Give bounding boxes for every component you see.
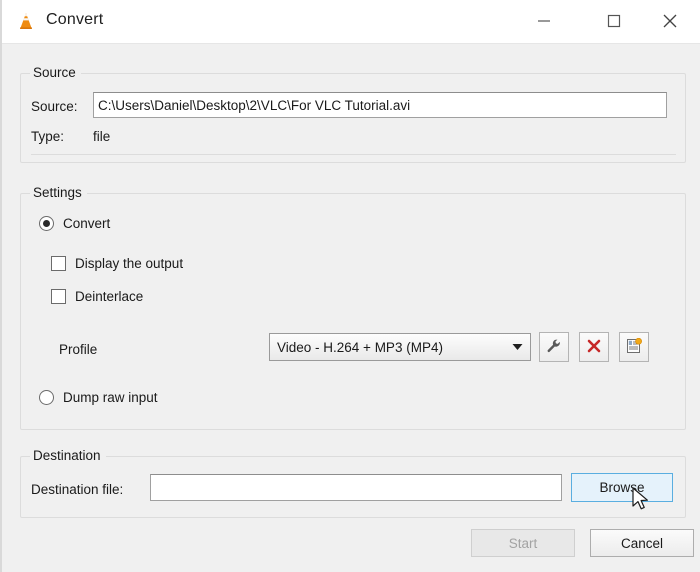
deinterlace-checkbox[interactable]: Deinterlace <box>51 289 143 304</box>
source-input[interactable] <box>93 92 667 118</box>
start-button-label: Start <box>508 535 538 551</box>
delete-profile-button[interactable] <box>579 332 609 362</box>
radio-indicator-dump-raw <box>39 390 54 405</box>
red-x-icon <box>586 338 602 357</box>
convert-radio-label: Convert <box>63 216 111 231</box>
new-profile-button[interactable] <box>619 332 649 362</box>
destination-group-title: Destination <box>30 448 106 463</box>
display-output-checkbox[interactable]: Display the output <box>51 256 183 271</box>
dump-raw-input-radio[interactable]: Dump raw input <box>39 390 158 405</box>
profile-selected-value: Video - H.264 + MP3 (MP4) <box>277 339 443 355</box>
type-value: file <box>93 129 111 144</box>
profile-label: Profile <box>59 342 98 357</box>
wrench-icon <box>546 338 562 357</box>
destination-group: Destination Destination file: Browse <box>20 448 686 518</box>
dump-raw-input-label: Dump raw input <box>63 390 158 405</box>
maximize-icon <box>607 14 621 28</box>
title-bar: Convert <box>2 0 700 44</box>
radio-indicator-convert <box>39 216 54 231</box>
minimize-button[interactable] <box>521 0 567 42</box>
destination-file-label: Destination file: <box>31 482 124 497</box>
convert-dialog: Convert Source Source: C:\Users\Daniel\D… <box>0 0 700 572</box>
cancel-button-label: Cancel <box>620 535 664 551</box>
start-button[interactable]: Start <box>471 529 575 557</box>
settings-group: Settings Convert Display the output Dein… <box>20 185 686 430</box>
profile-select[interactable]: Video - H.264 + MP3 (MP4) <box>269 333 531 361</box>
type-label: Type: <box>31 129 65 144</box>
display-output-label: Display the output <box>75 256 184 271</box>
source-group-title: Source <box>30 65 81 80</box>
close-icon <box>662 13 678 29</box>
source-divider <box>31 154 676 155</box>
deinterlace-label: Deinterlace <box>75 289 144 304</box>
checkbox-indicator-display-output <box>51 256 66 271</box>
convert-radio[interactable]: Convert <box>39 216 110 231</box>
source-label: Source: <box>31 99 78 114</box>
maximize-button[interactable] <box>591 0 637 42</box>
edit-profile-button[interactable] <box>539 332 569 362</box>
window-title: Convert <box>46 11 104 28</box>
new-profile-icon <box>626 337 642 357</box>
cancel-button[interactable]: Cancel <box>590 529 694 557</box>
browse-button-label: Browse <box>599 480 645 495</box>
chevron-down-icon <box>504 343 530 351</box>
minimize-icon <box>537 14 551 28</box>
vlc-cone-icon <box>16 11 36 31</box>
destination-file-input[interactable] <box>150 474 562 501</box>
close-button[interactable] <box>647 0 693 42</box>
browse-button[interactable]: Browse <box>571 473 673 502</box>
checkbox-indicator-deinterlace <box>51 289 66 304</box>
source-group: Source Source: Type: file <box>20 65 686 163</box>
settings-group-title: Settings <box>30 185 87 200</box>
